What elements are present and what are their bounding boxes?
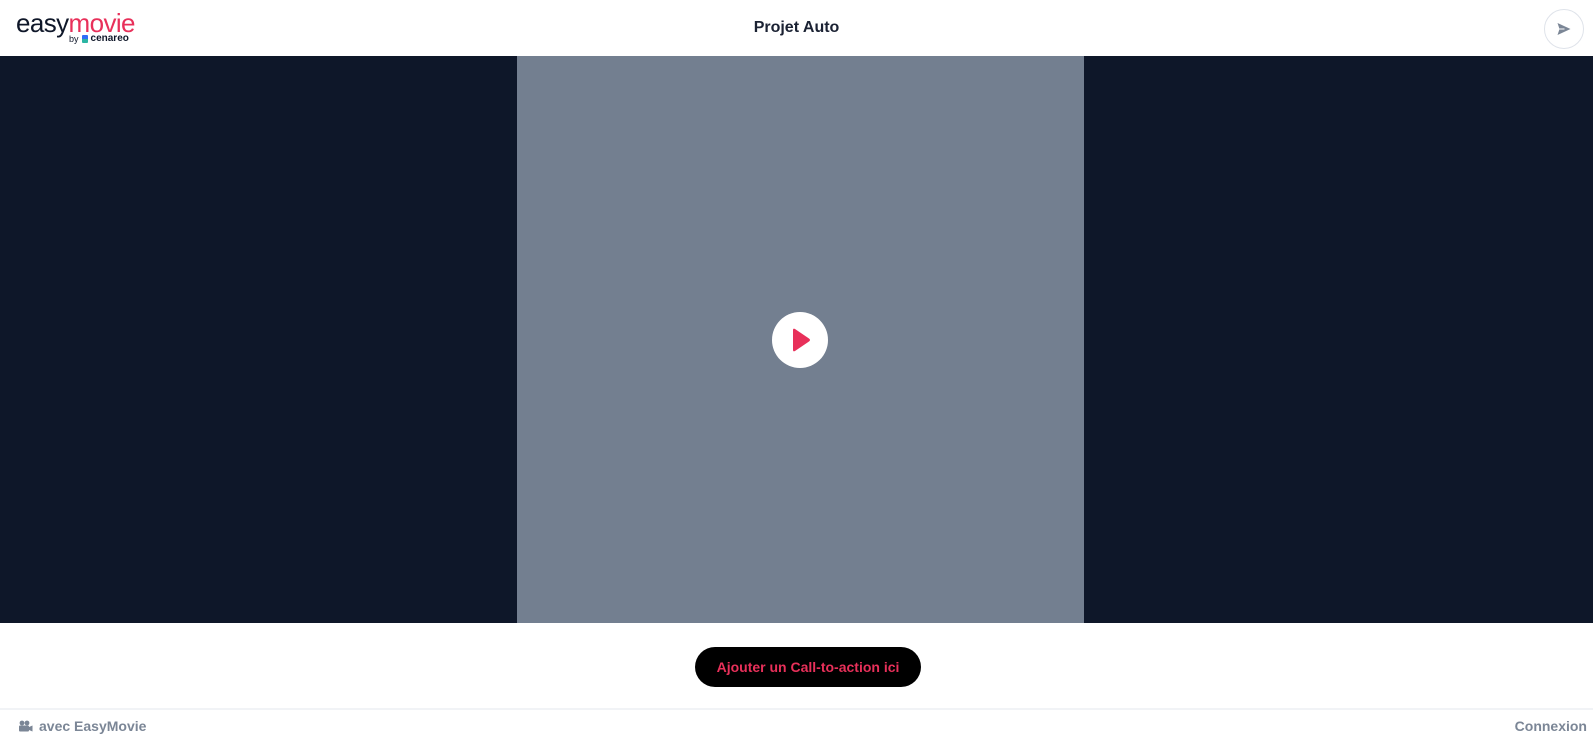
logo-word-easy: easy [16,8,69,38]
login-link[interactable]: Connexion [1515,717,1587,735]
share-button[interactable] [1544,9,1584,49]
made-with-link[interactable]: avec EasyMovie [18,717,146,735]
app-root: easymovie by cenareo Projet Auto Ajouter… [0,0,1593,741]
easymovie-logo[interactable]: easymovie by cenareo [16,9,136,49]
cenareo-mark-icon [81,35,88,43]
camera-icon [19,720,33,731]
top-bar: easymovie by cenareo Projet Auto [0,0,1593,56]
logo-by-text: by [69,34,79,44]
made-with-label: avec EasyMovie [39,718,147,734]
play-button[interactable] [772,312,828,368]
send-icon [1557,23,1571,35]
logo-byline: by cenareo [69,33,129,45]
play-icon [793,328,810,352]
call-to-action-button[interactable]: Ajouter un Call-to-action ici [695,647,921,687]
logo-brand-text: cenareo [90,33,129,44]
footer-divider [0,708,1593,710]
page-title: Projet Auto [753,19,840,36]
